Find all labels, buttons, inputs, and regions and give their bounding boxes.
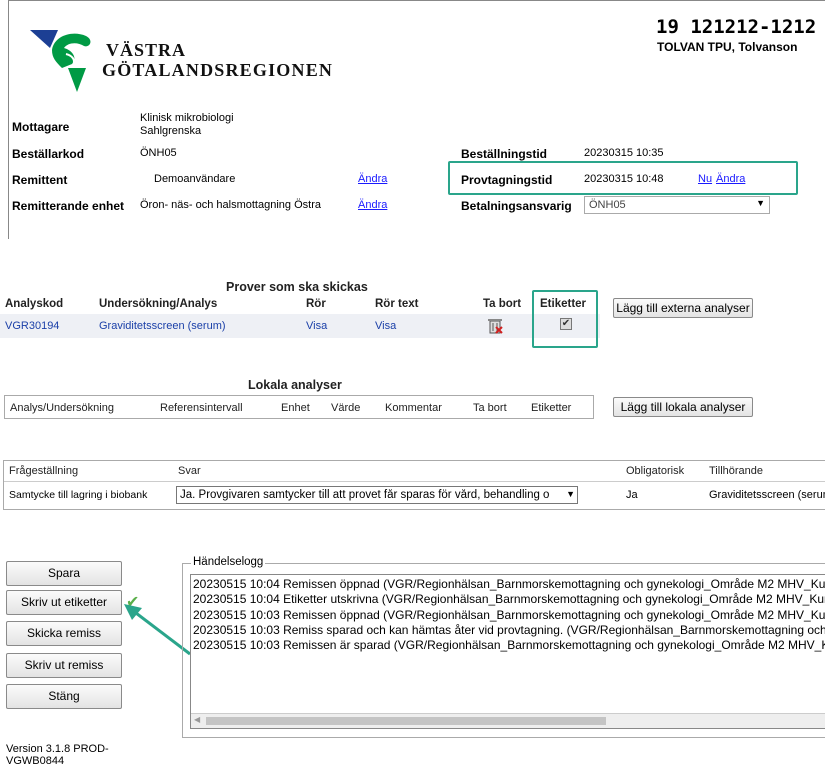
lokala-col-varde: Värde (331, 402, 361, 414)
lokala-col-analys: Analys/Undersökning (10, 402, 114, 414)
prover-row-ror-link[interactable]: Visa (306, 320, 327, 332)
prover-row-rortext-link[interactable]: Visa (375, 320, 396, 332)
patient-name: TOLVAN TPU, Tolvanson (657, 40, 798, 54)
prover-col-analyskod: Analyskod (5, 298, 64, 310)
prover-col-ror: Rör (306, 298, 326, 310)
patient-id: 19 121212-1212 (656, 16, 817, 38)
save-button[interactable]: Spara (6, 561, 122, 586)
remittent-label: Remittent (12, 173, 68, 187)
log-title: Händelselogg (191, 556, 266, 568)
provtagningstid-change-link[interactable]: Ändra (716, 173, 745, 185)
lokala-col-enhet: Enhet (281, 402, 310, 414)
scroll-left-icon[interactable]: ◀ (194, 715, 200, 724)
betalning-select-value: ÖNH05 (589, 199, 626, 211)
answer-select[interactable]: Ja. Provgivaren samtycker till att prove… (176, 486, 578, 504)
bestallarkod-label: Beställarkod (12, 147, 85, 161)
enhet-value: Öron- näs- och halsmottagning Östra (140, 199, 321, 211)
provtagningstid-label: Provtagningstid (461, 173, 553, 187)
prover-col-undersokning: Undersökning/Analys (99, 298, 218, 310)
lokala-title: Lokala analyser (248, 378, 342, 392)
close-button[interactable]: Stäng (6, 684, 122, 709)
prover-col-rortext: Rör text (375, 298, 419, 310)
vgr-logo-icon (30, 30, 91, 92)
log-list[interactable]: 20230515 10:04 Remissen öppnad (VGR/Regi… (190, 574, 825, 729)
question-row-fraga: Samtycke till lagring i biobank (9, 489, 148, 501)
chevron-down-icon: ▼ (756, 198, 765, 208)
answer-select-value: Ja. Provgivaren samtycker till att prove… (180, 489, 550, 501)
betalning-label: Betalningsansvarig (461, 199, 572, 213)
enhet-change-link[interactable]: Ändra (358, 199, 387, 211)
log-line: 20230515 10:04 Remissen öppnad (VGR/Regi… (193, 577, 825, 591)
add-external-analyses-button[interactable]: Lägg till externa analyser (613, 298, 753, 318)
prover-title: Prover som ska skickas (226, 280, 368, 294)
questions-col-oblig: Obligatorisk (626, 465, 685, 477)
lokala-col-kommentar: Kommentar (385, 402, 442, 414)
prover-col-tabort: Ta bort (483, 298, 522, 310)
add-local-analyses-button[interactable]: Lägg till lokala analyser (613, 397, 753, 417)
questions-col-svar: Svar (178, 465, 201, 477)
questions-divider (4, 481, 825, 482)
log-line: 20230515 10:03 Remissen öppnad (VGR/Regi… (193, 607, 825, 622)
questions-col-fraga: Frågeställning (9, 465, 79, 477)
provtagningstid-now-link[interactable]: Nu (698, 173, 712, 185)
provtagningstid-value: 20230315 10:48 (584, 173, 664, 185)
bestallningstid-value: 20230315 10:35 (584, 147, 664, 159)
chevron-down-icon: ▼ (566, 489, 575, 499)
lokala-col-ref: Referensintervall (160, 402, 243, 414)
print-remiss-button[interactable]: Skriv ut remiss (6, 653, 122, 678)
trash-icon[interactable] (487, 317, 503, 334)
mottagare-value-1: Klinisk mikrobiologi (140, 112, 234, 124)
logo-line2: GÖTALANDSREGIONEN (102, 60, 334, 80)
betalning-select[interactable]: ÖNH05 ▼ (584, 196, 770, 214)
questions-col-tillh: Tillhörande (709, 465, 764, 477)
bestallningstid-label: Beställningstid (461, 147, 548, 161)
log-line: 20230515 10:03 Remissen är sparad (VGR/R… (193, 638, 825, 653)
mottagare-value-2: Sahlgrenska (140, 125, 202, 137)
lokala-col-tabort: Ta bort (473, 402, 507, 414)
version-line2: VGWB0844 (6, 755, 65, 767)
mottagare-label: Mottagare (12, 120, 70, 134)
enhet-label: Remitterande enhet (12, 199, 125, 213)
log-line: 20230515 10:03 Remiss sparad och kan häm… (193, 622, 825, 637)
version-line1: Version 3.1.8 PROD- (6, 743, 109, 755)
scrollbar-thumb[interactable] (206, 717, 606, 725)
send-remiss-button[interactable]: Skicka remiss (6, 621, 122, 646)
prover-row-undersokning: Graviditetsscreen (serum) (99, 320, 226, 332)
bestallarkod-value: ÖNH05 (140, 147, 177, 159)
question-row-tillh: Graviditetsscreen (serum (709, 489, 825, 501)
print-labels-button[interactable]: Skriv ut etiketter (6, 590, 122, 615)
remittent-value: Demoanvändare (154, 173, 236, 185)
logo-line1: VÄSTRA (106, 40, 187, 60)
table-row (0, 314, 600, 338)
log-line: 20230515 10:04 Etiketter utskrivna (VGR/… (193, 592, 825, 607)
horizontal-scrollbar[interactable]: ◀ (191, 713, 825, 728)
prover-row-analyskod: VGR30194 (5, 320, 60, 332)
question-row-oblig: Ja (626, 489, 638, 501)
etiketter-checkbox[interactable]: ✔ (560, 318, 572, 330)
lokala-col-etiketter: Etiketter (531, 402, 572, 414)
remittent-change-link[interactable]: Ändra (358, 173, 387, 185)
